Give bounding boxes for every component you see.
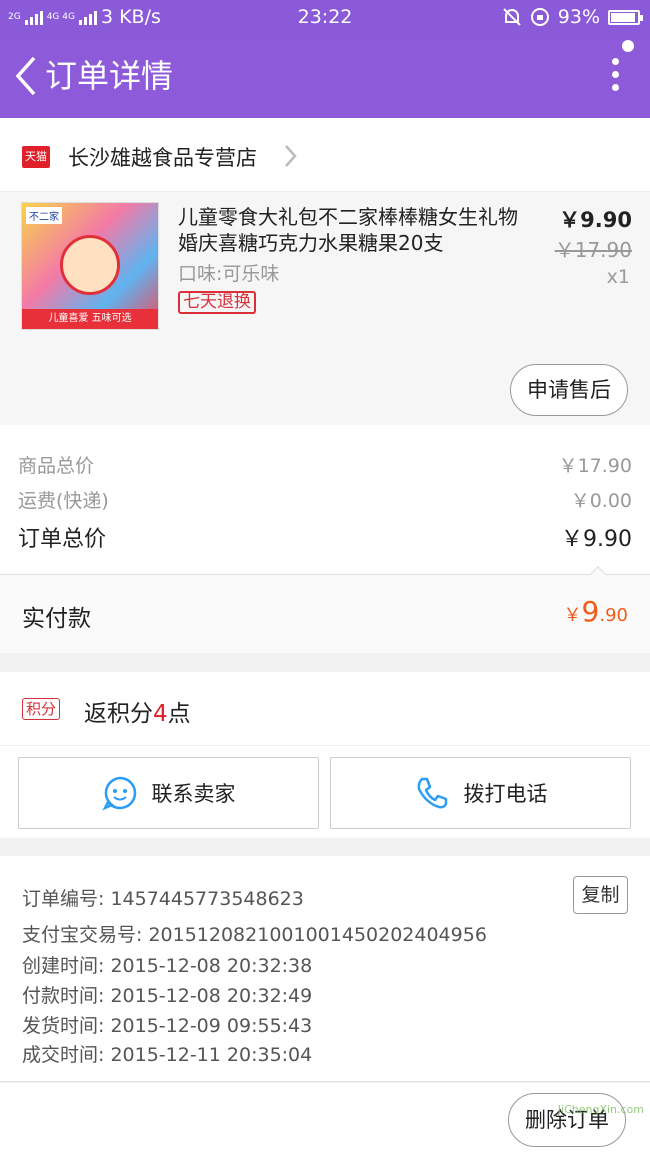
points-reward: 积分 返积分4点 — [0, 672, 650, 746]
image-caption: 儿童喜爱 五味可选 — [22, 309, 158, 329]
product-image[interactable]: 不二家 儿童喜爱 五味可选 — [21, 202, 159, 330]
points-text: 返积分4点 — [84, 694, 191, 728]
points-prefix: 返积分 — [84, 701, 153, 727]
goods-total-value: ￥17.90 — [558, 455, 632, 477]
created-time: 创建时间: 2015-12-08 20:32:38 — [22, 955, 313, 977]
shop-name[interactable]: 长沙雄越食品专营店 — [68, 142, 257, 172]
status-bar: 2G 4G 4G 3 KB/s 23:22 93% — [0, 0, 650, 34]
shipping-row: 运费(快递) ￥0.00 — [18, 486, 632, 513]
amount-integer: 9 — [581, 595, 600, 628]
actual-payment-label: 实付款 — [22, 606, 91, 632]
contact-actions: 联系卖家 拨打电话 — [0, 746, 650, 838]
points-suffix: 点 — [167, 701, 191, 727]
shipping-label: 运费(快递) — [18, 490, 109, 512]
page-title: 订单详情 — [45, 57, 174, 95]
nav-bar: 订单详情 — [0, 34, 650, 118]
tmall-logo-icon: 天猫 — [22, 146, 50, 168]
chat-bubble-icon — [101, 776, 136, 811]
paid-time: 付款时间: 2015-12-08 20:32:49 — [22, 985, 313, 1007]
product-item[interactable]: 不二家 儿童喜爱 五味可选 儿童零食大礼包不二家棒棒糖女生礼物婚庆喜糖巧克力水果… — [0, 192, 650, 425]
product-quantity: x1 — [606, 266, 630, 288]
alipay-number: 支付宝交易号: 2015120821001001450202404956 — [22, 924, 487, 946]
back-arrow-icon[interactable] — [12, 54, 42, 98]
rotation-lock-icon — [530, 8, 549, 26]
mute-icon — [503, 8, 521, 26]
order-total-value: ￥9.90 — [561, 527, 632, 552]
delete-order-button[interactable]: 删除订单 — [508, 1093, 626, 1147]
shipped-time: 发货时间: 2015-12-09 09:55:43 — [22, 1015, 313, 1037]
more-menu-icon[interactable] — [610, 58, 620, 98]
amount-decimal: .90 — [599, 605, 628, 626]
footer-bar: 删除订单 JiChengXin.com — [0, 1083, 650, 1155]
return-policy-badge: 七天退换 — [178, 291, 256, 314]
call-button[interactable]: 拨打电话 — [330, 757, 631, 829]
battery-percent: 93% — [557, 6, 600, 28]
goods-total-label: 商品总价 — [18, 455, 95, 477]
contact-seller-button[interactable]: 联系卖家 — [18, 757, 319, 829]
copy-button[interactable]: 复制 — [573, 876, 628, 914]
watermark: JiChengXin.com — [557, 1103, 644, 1116]
points-number: 4 — [153, 701, 168, 727]
actual-payment-amount: ￥9.90 — [564, 595, 628, 628]
order-number: 订单编号: 1457445773548623 — [22, 888, 304, 910]
product-price: ￥9.90 — [559, 208, 632, 232]
original-price: ￥17.90 — [554, 238, 632, 262]
goods-total-row: 商品总价 ￥17.90 — [18, 451, 632, 478]
phone-icon — [417, 777, 447, 809]
notification-dot — [622, 40, 634, 52]
actual-payment: 实付款 ￥9.90 — [0, 575, 650, 653]
currency-symbol: ￥ — [563, 605, 582, 626]
shop-header[interactable]: 天猫 长沙雄越食品专营店 — [0, 118, 650, 192]
contact-seller-label: 联系卖家 — [151, 782, 236, 806]
order-info: 订单编号: 1457445773548623 复制 支付宝交易号: 201512… — [0, 856, 650, 1082]
price-summary: 商品总价 ￥17.90 运费(快递) ￥0.00 订单总价 ￥9.90 — [0, 425, 650, 586]
order-total-row: 订单总价 ￥9.90 — [18, 521, 632, 553]
call-label: 拨打电话 — [463, 782, 548, 806]
order-total-label: 订单总价 — [18, 527, 107, 552]
chevron-right-icon — [285, 145, 297, 167]
completed-time: 成交时间: 2015-12-11 20:35:04 — [22, 1044, 313, 1066]
battery-icon — [608, 9, 643, 25]
shipping-value: ￥0.00 — [570, 490, 632, 512]
product-title[interactable]: 儿童零食大礼包不二家棒棒糖女生礼物婚庆喜糖巧克力水果糖果20支 — [178, 204, 518, 256]
points-tag: 积分 — [22, 698, 61, 720]
image-brand-text: 不二家 — [26, 207, 62, 224]
after-sale-button[interactable]: 申请售后 — [510, 364, 628, 416]
product-variant: 口味:可乐味 — [178, 263, 280, 285]
candy-mascot-image — [60, 235, 120, 295]
